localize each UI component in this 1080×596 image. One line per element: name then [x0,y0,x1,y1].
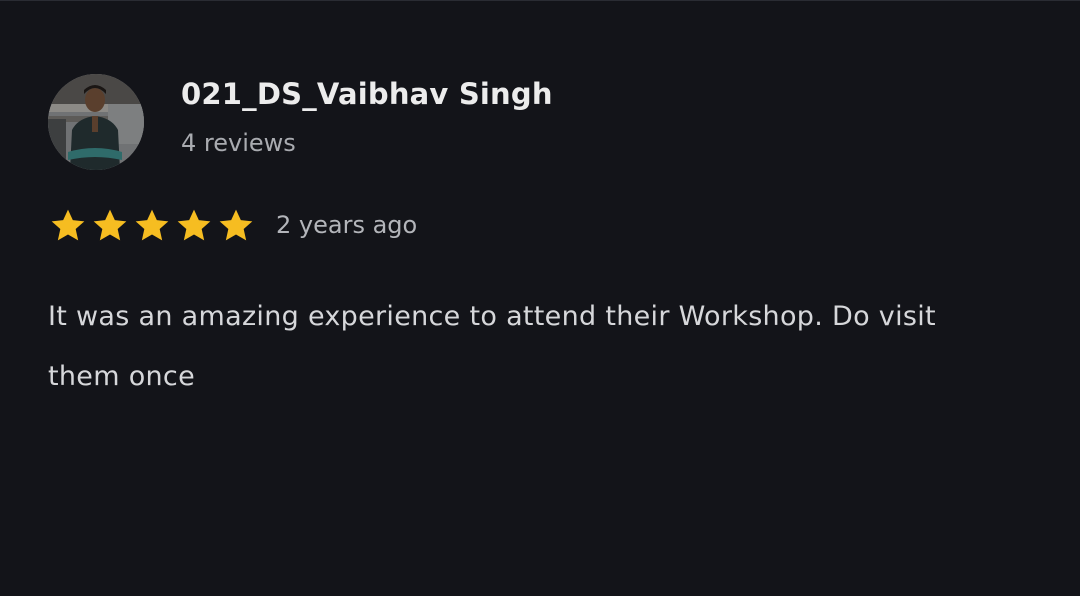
review-text: It was an amazing experience to attend t… [48,301,936,392]
star-icon [47,206,89,246]
review-timestamp: 2 years ago [276,211,418,239]
avatar[interactable] [48,74,144,170]
star-icon [215,206,257,246]
star-rating [47,206,257,246]
star-icon [173,206,215,246]
star-icon [131,206,173,246]
author-review-count: 4 reviews [181,129,296,157]
user-photo-avatar-icon [48,74,144,170]
author-name[interactable]: 021_DS_Vaibhav Singh [181,77,553,111]
star-icon [89,206,131,246]
review-card: 021_DS_Vaibhav Singh 4 reviews 2 years a… [0,0,1080,596]
